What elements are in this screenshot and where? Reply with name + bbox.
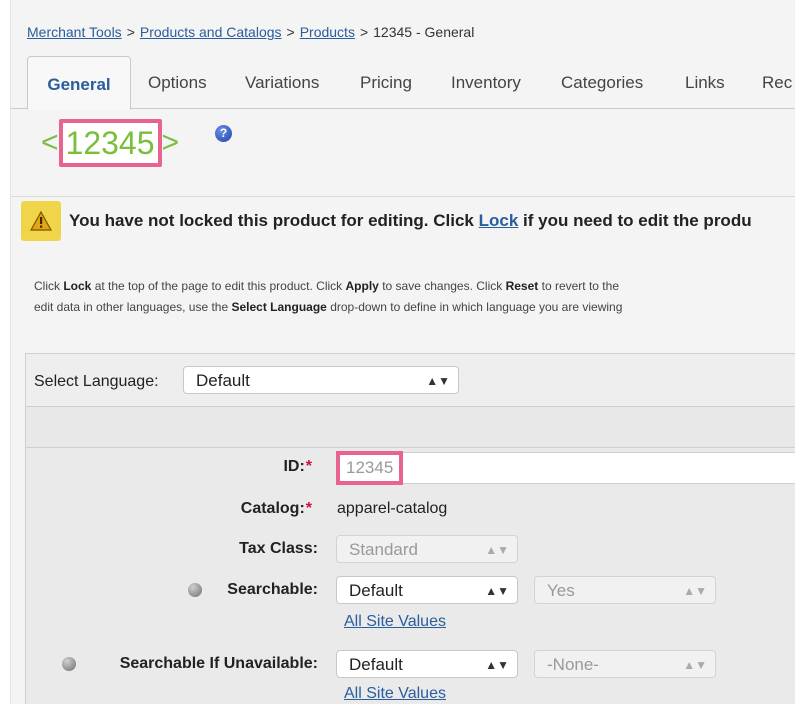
- info-bold-reset: Reset: [505, 279, 539, 293]
- id-label: ID:*: [283, 458, 312, 476]
- searchable-if-unavailable-site-select: -None- ▲▼: [534, 650, 716, 678]
- searchable-site-value-select: Yes ▲▼: [534, 576, 716, 604]
- breadcrumb-separator: >: [286, 24, 295, 40]
- instructions-line-2: edit data in other languages, use the Se…: [34, 297, 795, 318]
- site-specific-globe-icon[interactable]: [62, 657, 76, 671]
- divider: [11, 196, 795, 197]
- product-form: Select Language: Default ▲▼ ID:* 12345 C…: [25, 353, 795, 704]
- catalog-value: apparel-catalog: [337, 500, 448, 517]
- tab-categories[interactable]: Categories: [561, 66, 643, 108]
- help-icon[interactable]: ?: [215, 125, 232, 142]
- product-heading: < 12345 >: [41, 119, 180, 167]
- info-bold-select-language: Select Language: [231, 300, 327, 314]
- tab-more[interactable]: Rec: [762, 66, 792, 108]
- searchable-all-site-values-link[interactable]: All Site Values: [344, 613, 446, 631]
- info-text: to revert to the: [538, 279, 619, 293]
- info-bold-apply: Apply: [345, 279, 379, 293]
- breadcrumb-products-and-catalogs[interactable]: Products and Catalogs: [140, 24, 282, 40]
- info-bold-lock: Lock: [63, 279, 92, 293]
- language-select[interactable]: Default ▲▼: [183, 366, 459, 394]
- tab-pricing[interactable]: Pricing: [360, 66, 412, 108]
- warning-text-start: You have not locked this product for edi…: [69, 211, 479, 230]
- lock-warning: You have not locked this product for edi…: [11, 198, 795, 244]
- searchable-if-unavailable-site-value: -None-: [547, 655, 599, 674]
- tax-class-label: Tax Class:: [239, 540, 318, 557]
- searchable-if-unavailable-label: Searchable If Unavailable:: [119, 655, 318, 672]
- warning-text-end: if you need to edit the produ: [518, 211, 752, 230]
- info-text: edit data in other languages, use the: [34, 300, 232, 314]
- warning-triangle-icon: [30, 211, 52, 231]
- breadcrumb-separator: >: [359, 24, 369, 40]
- product-id-heading: 12345: [58, 119, 162, 167]
- searchable-site-value: Yes: [547, 581, 575, 600]
- searchable-if-unavailable-value: Default: [349, 655, 403, 674]
- catalog-label: Catalog:*: [241, 500, 312, 518]
- language-select-value: Default: [196, 371, 250, 390]
- breadcrumb-separator: >: [126, 24, 135, 40]
- tab-general[interactable]: General: [27, 56, 131, 110]
- select-arrows-icon: ▲▼: [485, 543, 509, 557]
- catalog-label-text: Catalog:: [240, 500, 305, 517]
- required-mark: *: [305, 458, 312, 475]
- select-arrows-icon: ▲▼: [683, 584, 707, 598]
- form-spacer-row: [26, 407, 795, 448]
- info-text: Click: [34, 279, 64, 293]
- searchable-if-unavailable-select[interactable]: Default ▲▼: [336, 650, 518, 678]
- info-text: drop-down to define in which language yo…: [326, 300, 623, 314]
- searchable-if-unavailable-all-site-values-link[interactable]: All Site Values: [344, 685, 446, 703]
- warning-icon-box: [21, 201, 61, 241]
- lock-link[interactable]: Lock: [479, 211, 519, 230]
- instructions-line-1: Click Lock at the top of the page to edi…: [34, 276, 795, 297]
- id-value: 12345: [336, 451, 404, 485]
- tab-variations[interactable]: Variations: [245, 66, 319, 108]
- language-row: Select Language: Default ▲▼: [26, 354, 795, 407]
- tax-class-value: Standard: [349, 540, 418, 559]
- tab-links[interactable]: Links: [685, 66, 725, 108]
- id-field[interactable]: [337, 452, 795, 484]
- tab-options[interactable]: Options: [148, 66, 207, 108]
- tab-inventory[interactable]: Inventory: [451, 66, 521, 108]
- select-arrows-icon: ▲▼: [426, 374, 450, 388]
- id-label-text: ID:: [283, 458, 305, 475]
- info-text: to save changes. Click: [378, 279, 506, 293]
- searchable-label: Searchable:: [227, 581, 318, 598]
- open-bracket: <: [41, 126, 59, 159]
- close-bracket: >: [161, 126, 180, 159]
- breadcrumb-current: 12345 - General: [373, 24, 475, 40]
- select-arrows-icon: ▲▼: [485, 658, 509, 672]
- select-language-label: Select Language:: [34, 373, 159, 390]
- required-mark: *: [305, 500, 312, 517]
- site-specific-globe-icon[interactable]: [188, 583, 202, 597]
- breadcrumb: Merchant Tools > Products and Catalogs > Pro…: [27, 24, 474, 40]
- tab-bar: General Options Variations Pricing Inven…: [11, 56, 795, 110]
- info-text: at the top of the page to edit this prod…: [91, 279, 346, 293]
- breadcrumb-products[interactable]: Products: [300, 24, 355, 40]
- app-frame: Merchant Tools > Products and Catalogs > Pro…: [10, 0, 795, 704]
- searchable-select[interactable]: Default ▲▼: [336, 576, 518, 604]
- select-arrows-icon: ▲▼: [485, 584, 509, 598]
- instructions-text: Click Lock at the top of the page to edi…: [34, 276, 795, 318]
- breadcrumb-merchant-tools[interactable]: Merchant Tools: [27, 24, 122, 40]
- select-arrows-icon: ▲▼: [683, 658, 707, 672]
- searchable-select-value: Default: [349, 581, 403, 600]
- tax-class-select: Standard ▲▼: [336, 535, 518, 563]
- warning-message: You have not locked this product for edi…: [69, 211, 752, 231]
